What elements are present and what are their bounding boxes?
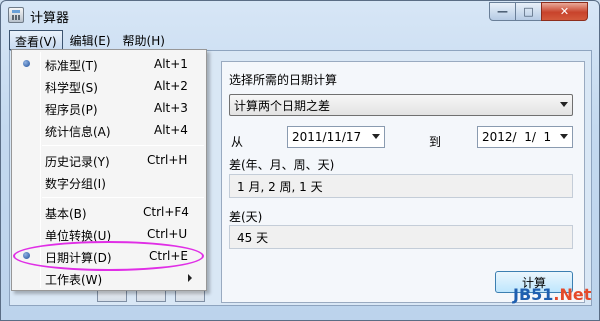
menu-item-label: 统计信息(A) [45,125,111,139]
menu-item-label: 历史记录(Y) [45,155,110,169]
menu-item-label: 数字分组(I) [45,177,106,191]
menu-bar: 查看(V) 编辑(E) 帮助(H) [9,30,172,50]
submenu-arrow-icon [188,274,192,282]
menu-separator [42,145,204,146]
menu-item-worksheets[interactable]: 工作表(W) [14,268,204,288]
minimize-button[interactable]: — [489,2,516,21]
menu-item-statistics[interactable]: 统计信息(A) Alt+4 [14,120,204,140]
menu-item-shortcut: Alt+3 [154,101,188,115]
maximize-button[interactable]: □ [515,2,542,21]
menu-edit[interactable]: 编辑(E) [65,30,116,50]
calculator-window: 计算器 — □ ✕ 查看(V) 编辑(E) 帮助(H) 选择所需的日期计算 计算… [0,0,600,321]
menu-item-basic[interactable]: 基本(B) Ctrl+F4 [14,202,204,222]
menu-help[interactable]: 帮助(H) [118,30,170,50]
menu-item-standard[interactable]: 标准型(T) Alt+1 [14,54,204,74]
from-label: 从 [231,135,244,149]
date-calc-prompt: 选择所需的日期计算 [229,73,338,87]
menu-item-label: 标准型(T) [45,59,98,73]
menu-item-shortcut: Ctrl+F4 [143,205,189,219]
menu-item-shortcut: Alt+4 [154,123,188,137]
menu-item-label: 程序员(P) [45,103,98,117]
menu-view[interactable]: 查看(V) [9,30,63,50]
menu-item-label: 基本(B) [45,207,87,221]
calc-mode-value: 计算两个日期之差 [234,98,331,113]
menu-item-digit-grouping[interactable]: 数字分组(I) [14,172,204,192]
calc-mode-select[interactable]: 计算两个日期之差 [229,94,573,116]
chevron-down-icon [560,102,568,107]
menu-item-shortcut: Ctrl+U [147,227,188,241]
menu-item-label: 工作表(W) [45,273,103,287]
days-label: 差(天) [229,210,263,224]
menu-item-label: 科学型(S) [45,81,98,95]
to-label: 到 [429,135,442,149]
from-date-picker[interactable]: 2011/11/17 [287,126,385,148]
days-readout: 45 天 [229,225,573,249]
title-bar[interactable]: 计算器 — □ ✕ [1,1,599,29]
menu-item-scientific[interactable]: 科学型(S) Alt+2 [14,76,204,96]
close-button[interactable]: ✕ [541,2,588,21]
chevron-down-icon [560,134,568,139]
difference-label: 差(年、月、周、天) [229,158,335,172]
to-date-picker[interactable]: 2012/ 1/ 1 [477,126,573,148]
menu-separator [42,197,204,198]
highlight-annotation [13,241,204,271]
menu-item-shortcut: Alt+2 [154,79,188,93]
calculator-icon [8,7,24,23]
menu-item-shortcut: Alt+1 [154,57,188,71]
chevron-down-icon [372,134,380,139]
menu-item-programmer[interactable]: 程序员(P) Alt+3 [14,98,204,118]
site-watermark: JB51.Net [513,285,592,304]
difference-readout: 1 月, 2 周, 1 天 [229,174,573,198]
menu-item-history[interactable]: 历史记录(Y) Ctrl+H [14,150,204,170]
radio-selected-icon [23,60,30,67]
to-date-value: 2012/ 1/ 1 [482,130,552,144]
from-date-value: 2011/11/17 [292,130,362,144]
window-title: 计算器 [30,11,70,26]
menu-item-shortcut: Ctrl+H [147,153,188,167]
